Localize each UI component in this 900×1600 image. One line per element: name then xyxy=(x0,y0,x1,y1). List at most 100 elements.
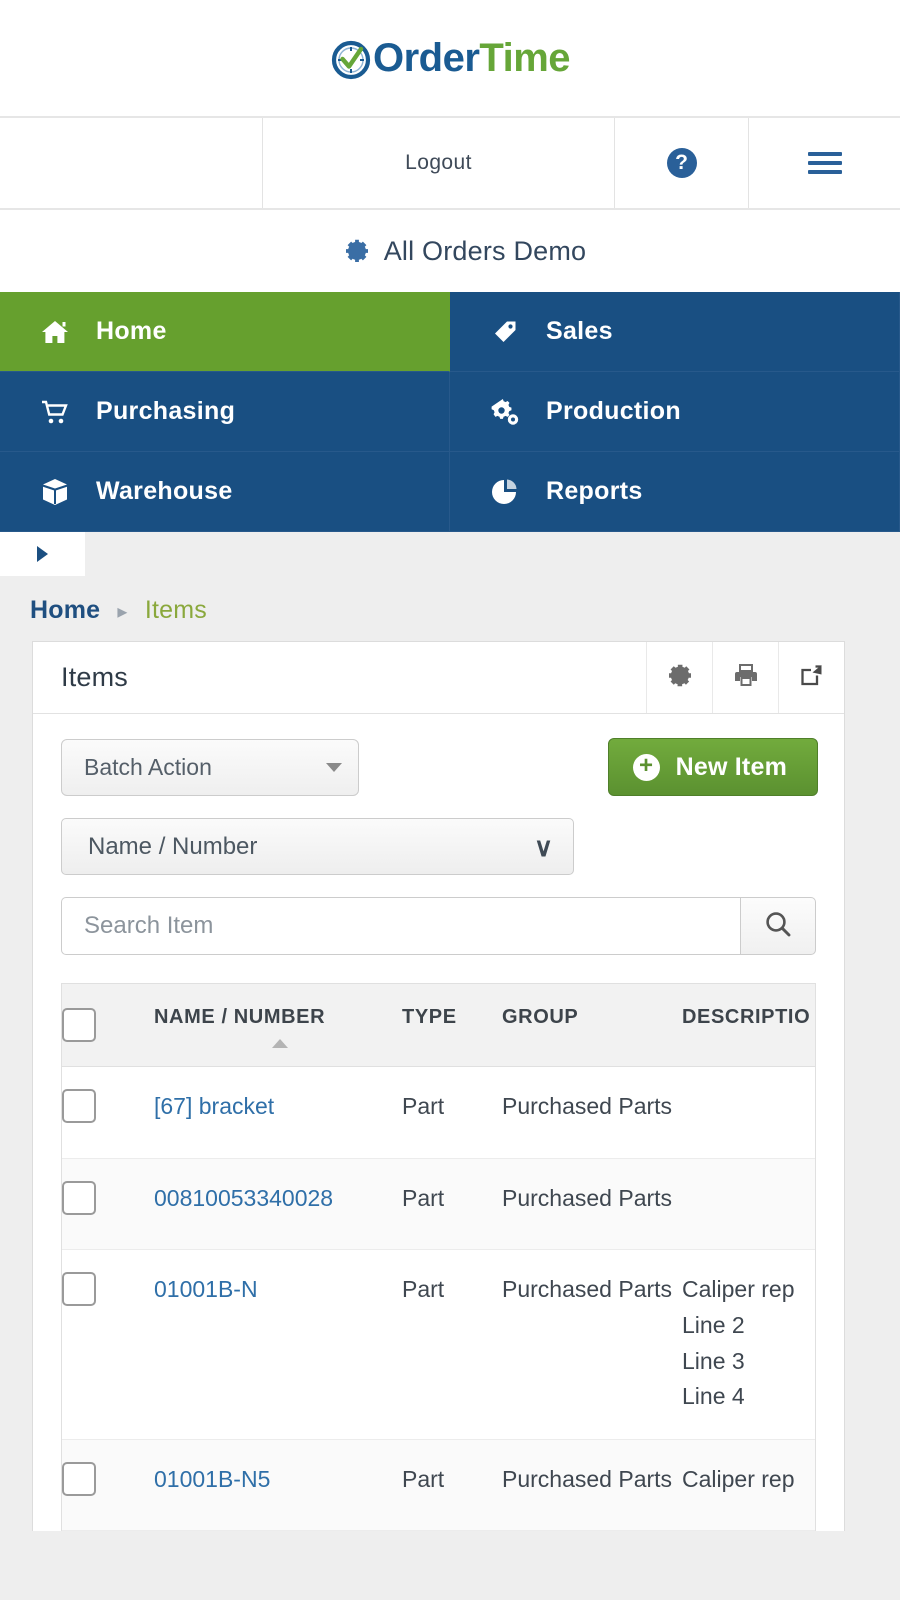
breadcrumb-separator-icon: ▸ xyxy=(117,601,128,623)
magnifier-icon xyxy=(763,909,793,944)
pie-chart-icon xyxy=(490,477,520,507)
chevron-down-icon: ∨ xyxy=(533,831,553,862)
column-header-group[interactable]: GROUP xyxy=(502,984,682,1067)
home-icon xyxy=(40,317,70,347)
search-row: Search Item xyxy=(61,897,816,955)
logo-bar: Order Time xyxy=(0,0,900,118)
items-table: NAME / NUMBER TYPE GROUP DESCRIPTIO [67]… xyxy=(62,984,815,1532)
column-label-description: DESCRIPTIO xyxy=(682,1006,811,1028)
select-all-checkbox[interactable] xyxy=(62,1008,96,1042)
row-group-cell: Purchased Parts xyxy=(502,1158,682,1251)
card-export-button[interactable] xyxy=(778,642,844,713)
help-button[interactable]: ? xyxy=(614,118,748,208)
app-logo[interactable]: Order Time xyxy=(330,35,571,81)
print-icon xyxy=(733,662,759,693)
row-name-cell: 00810053340028 xyxy=(154,1158,402,1251)
column-header-name[interactable]: NAME / NUMBER xyxy=(154,984,402,1067)
nav-tile-sales[interactable]: Sales xyxy=(450,292,900,372)
page-title: Items xyxy=(61,662,129,692)
export-icon xyxy=(799,662,825,693)
table-row[interactable]: 01001B-N Part Purchased Parts Caliper re… xyxy=(62,1249,815,1440)
items-toolbar: Batch Action + New Item xyxy=(61,738,818,796)
gears-icon xyxy=(490,397,520,427)
nav-tile-purchasing[interactable]: Purchasing xyxy=(0,372,450,452)
column-header-type[interactable]: TYPE xyxy=(402,984,502,1067)
settings-icon xyxy=(667,662,693,693)
nav-label-home: Home xyxy=(96,317,167,345)
nav-label-warehouse: Warehouse xyxy=(96,477,233,505)
row-checkbox[interactable] xyxy=(62,1089,96,1123)
table-header-row: NAME / NUMBER TYPE GROUP DESCRIPTIO xyxy=(62,984,815,1067)
column-header-description[interactable]: DESCRIPTIO xyxy=(682,984,815,1067)
search-input[interactable]: Search Item xyxy=(61,897,740,955)
row-group-cell: Purchased Parts xyxy=(502,1066,682,1159)
nav-label-reports: Reports xyxy=(546,477,643,505)
nav-label-sales: Sales xyxy=(546,317,613,345)
item-link[interactable]: [67] bracket xyxy=(154,1093,274,1119)
row-description-cell: Caliper rep xyxy=(682,1439,815,1532)
row-select-cell xyxy=(62,1066,154,1159)
table-row[interactable]: [67] bracket Part Purchased Parts xyxy=(62,1066,815,1159)
row-type-cell: Part xyxy=(402,1066,502,1159)
plus-circle-icon: + xyxy=(632,753,660,781)
nav-label-purchasing: Purchasing xyxy=(96,397,236,425)
gear-icon xyxy=(344,238,370,264)
row-checkbox[interactable] xyxy=(62,1180,96,1215)
row-group-cell: Purchased Parts xyxy=(502,1439,682,1532)
search-field-dropdown[interactable]: Name / Number ∨ xyxy=(61,818,574,875)
nav-tile-reports[interactable]: Reports xyxy=(450,452,900,532)
table-row[interactable]: 00810053340028 Part Purchased Parts xyxy=(62,1158,815,1251)
items-table-body: [67] bracket Part Purchased Parts 008100… xyxy=(62,1066,815,1532)
utility-header: Logout ? xyxy=(0,118,900,210)
nav-label-production: Production xyxy=(546,397,681,425)
batch-action-dropdown[interactable]: Batch Action xyxy=(61,738,359,796)
row-type-cell: Part xyxy=(402,1158,502,1251)
nav-tile-production[interactable]: Production xyxy=(450,372,900,452)
logout-button[interactable]: Logout xyxy=(262,118,614,208)
new-item-label: New Item xyxy=(675,752,787,781)
search-field-label: Name / Number xyxy=(88,832,258,860)
row-select-cell xyxy=(62,1249,154,1440)
row-type-cell: Part xyxy=(402,1249,502,1440)
row-description-cell xyxy=(682,1158,815,1251)
nav-tile-warehouse[interactable]: Warehouse xyxy=(0,452,450,532)
triangle-right-icon xyxy=(37,546,48,562)
item-link[interactable]: 00810053340028 xyxy=(154,1185,333,1211)
sidebar-expander-button[interactable] xyxy=(0,532,85,576)
sidebar-expander-strip xyxy=(0,532,900,576)
column-label-group: GROUP xyxy=(502,1006,579,1028)
select-all-header xyxy=(62,984,154,1067)
items-table-head: NAME / NUMBER TYPE GROUP DESCRIPTIO xyxy=(62,984,815,1067)
app-screen: Order Time Logout ? All Orders Demo Home… xyxy=(0,0,900,1600)
breadcrumb: Home ▸ Items xyxy=(0,576,900,641)
breadcrumb-home-link[interactable]: Home xyxy=(30,596,100,624)
row-checkbox[interactable] xyxy=(62,1272,96,1307)
column-label-name: NAME / NUMBER xyxy=(154,1006,326,1028)
logo-text-time: Time xyxy=(479,35,571,80)
row-description-cell xyxy=(682,1066,815,1159)
tag-icon xyxy=(490,317,520,347)
breadcrumb-current: Items xyxy=(144,596,207,624)
row-select-cell xyxy=(62,1439,154,1532)
item-link[interactable]: 01001B-N5 xyxy=(154,1466,270,1492)
table-row[interactable]: 01001B-N5 Part Purchased Parts Caliper r… xyxy=(62,1439,815,1532)
items-table-wrapper: NAME / NUMBER TYPE GROUP DESCRIPTIO [67]… xyxy=(61,983,816,1532)
items-card-body: Batch Action + New Item Name / Number ∨ … xyxy=(33,714,844,1532)
new-item-button[interactable]: + New Item xyxy=(607,738,818,796)
logo-text-order: Order xyxy=(372,35,480,80)
row-select-cell xyxy=(62,1158,154,1251)
items-card-header: Items xyxy=(33,642,844,714)
search-button[interactable] xyxy=(740,897,816,955)
row-checkbox[interactable] xyxy=(62,1461,96,1496)
box-icon xyxy=(40,477,70,507)
logout-label: Logout xyxy=(405,151,472,174)
page-body: Home ▸ Items Items Batch Action + New It… xyxy=(0,576,900,1600)
card-print-button[interactable] xyxy=(712,642,778,713)
row-group-cell: Purchased Parts xyxy=(502,1249,682,1440)
card-settings-button[interactable] xyxy=(646,642,712,713)
row-name-cell: [67] bracket xyxy=(154,1066,402,1159)
company-selector[interactable]: All Orders Demo xyxy=(0,210,900,292)
item-link[interactable]: 01001B-N xyxy=(154,1276,258,1302)
nav-tile-home[interactable]: Home xyxy=(0,292,450,372)
main-menu-button[interactable] xyxy=(748,118,900,208)
